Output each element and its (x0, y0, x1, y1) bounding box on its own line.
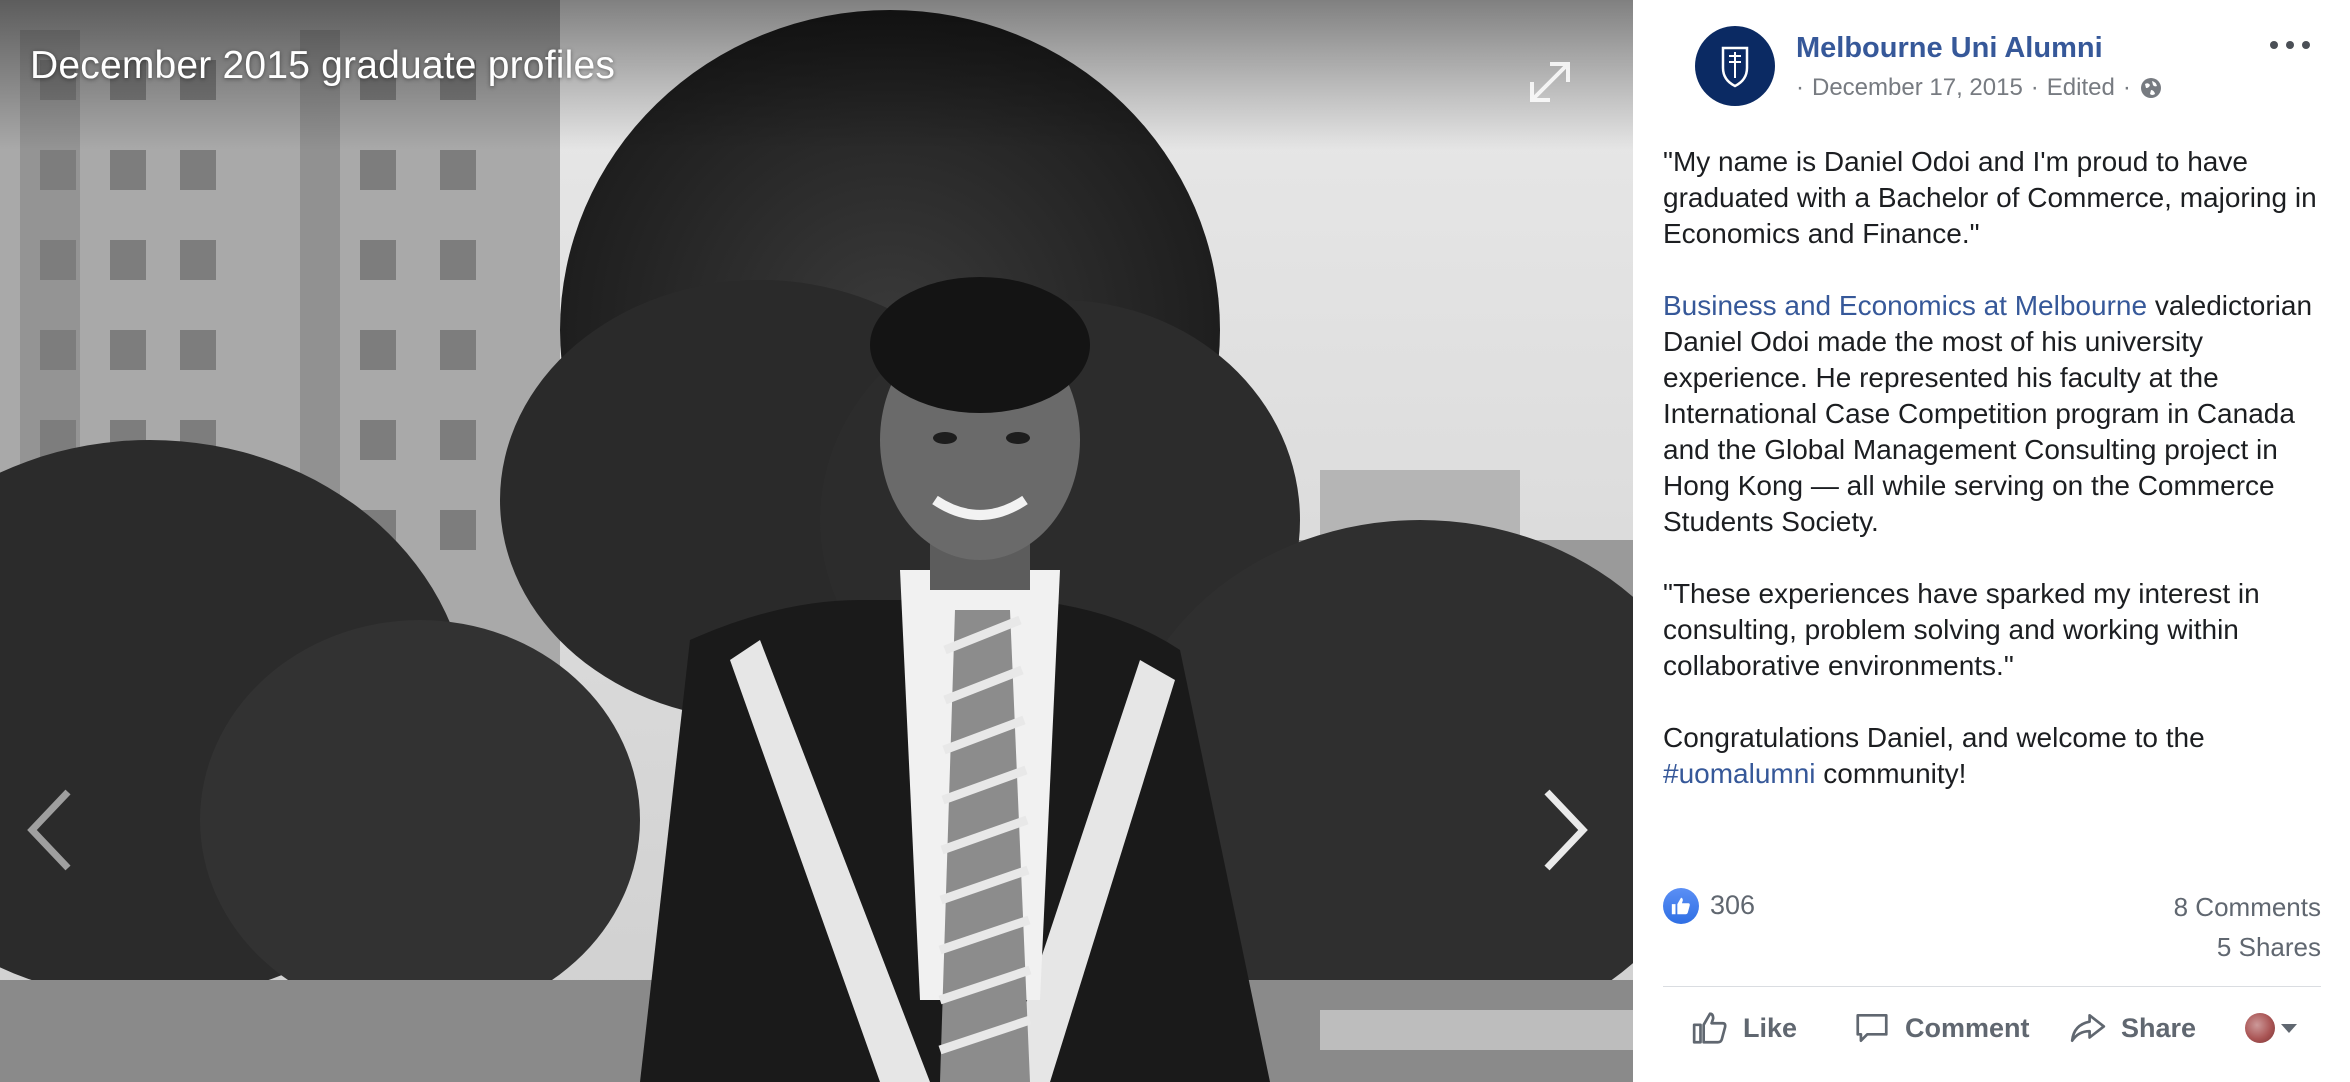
more-options-button[interactable] (2270, 30, 2310, 60)
like-reaction-icon[interactable] (1663, 888, 1699, 924)
thumbs-up-icon (1671, 897, 1690, 915)
next-photo-button[interactable] (1535, 780, 1595, 880)
photo-viewer[interactable]: December 2015 graduate profiles (0, 0, 1633, 1082)
chevron-right-icon (1544, 789, 1588, 871)
share-button[interactable]: Share (2069, 1009, 2196, 1047)
post-header: Melbourne Uni Alumni · December 17, 2015… (1665, 0, 2318, 118)
comment-button[interactable]: Comment (1853, 1009, 2030, 1047)
album-title[interactable]: December 2015 graduate profiles (30, 44, 615, 88)
thumbs-up-outline-icon (1692, 1012, 1727, 1044)
post-panel: Melbourne Uni Alumni · December 17, 2015… (1633, 0, 2350, 1082)
like-label: Like (1743, 1012, 1798, 1043)
congrats-text: Congratulations Daniel, and welcome to t… (1663, 722, 2205, 753)
bio-text: valedictorian Daniel Odoi made the most … (1663, 290, 2313, 537)
faculty-page-link[interactable]: Business and Economics at Melbourne (1663, 290, 2147, 321)
post-meta: · December 17, 2015 · Edited · (1796, 74, 2163, 102)
share-arrow-icon (2070, 1013, 2106, 1043)
post-text: "My name is Daniel Odoi and I'm proud to… (1663, 144, 2323, 828)
caret-down-icon (2281, 1023, 2297, 1033)
comments-count[interactable]: 8 Comments (2174, 892, 2321, 923)
like-button[interactable]: Like (1691, 1009, 1797, 1047)
globe-icon[interactable] (2139, 76, 2163, 100)
comment-label: Comment (1905, 1012, 2030, 1043)
page-name-link[interactable]: Melbourne Uni Alumni (1796, 32, 2103, 65)
post-as-selector[interactable] (2245, 1013, 2297, 1043)
chevron-left-icon (27, 789, 71, 871)
post-action-bar: Like Comment Share (1663, 986, 2321, 1066)
hashtag-link[interactable]: #uomalumni (1663, 758, 1816, 789)
more-options-icon (2270, 41, 2278, 49)
bio-paragraph: Business and Economics at Melbourne vale… (1663, 288, 2323, 540)
meta-separator: · (2030, 74, 2039, 101)
page-avatar[interactable] (1695, 26, 1775, 106)
shares-count[interactable]: 5 Shares (2217, 932, 2321, 963)
user-avatar (2245, 1013, 2275, 1043)
more-dot (2302, 41, 2310, 49)
graduate-photo (0, 0, 1633, 1082)
congrats-paragraph: Congratulations Daniel, and welcome to t… (1663, 720, 2323, 792)
share-label: Share (2121, 1012, 2197, 1043)
interest-quote-paragraph: "These experiences have sparked my inter… (1663, 578, 2260, 681)
like-count[interactable]: 306 (1710, 890, 1755, 921)
quote-paragraph: "My name is Daniel Odoi and I'm proud to… (1663, 146, 2317, 249)
congrats-end: community! (1815, 758, 1967, 789)
previous-photo-button[interactable] (20, 780, 80, 880)
university-crest-logo (1721, 46, 1749, 88)
post-date[interactable]: December 17, 2015 (1812, 74, 2023, 102)
reactions-summary: 306 8 Comments 5 Shares (1663, 880, 2321, 970)
expand-icon (1530, 62, 1570, 102)
meta-separator: · (2122, 74, 2131, 101)
meta-dot: · (1796, 74, 1804, 101)
comment-bubble-icon (1856, 1013, 1888, 1043)
expand-button[interactable] (1520, 52, 1580, 112)
more-dot (2286, 41, 2294, 49)
edited-label[interactable]: Edited (2047, 74, 2115, 102)
